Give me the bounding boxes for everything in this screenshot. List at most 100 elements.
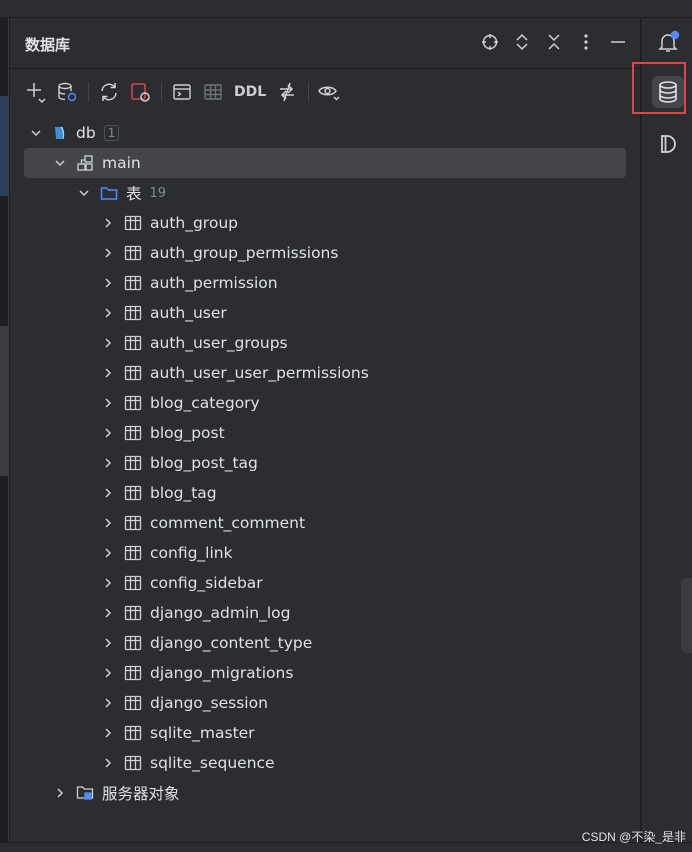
table-row[interactable]: auth_group: [24, 208, 626, 238]
collapse-all-icon[interactable]: [542, 30, 566, 54]
locate-icon[interactable]: [478, 30, 502, 54]
chevron-right-icon[interactable]: [100, 575, 116, 591]
table-row[interactable]: config_link: [24, 538, 626, 568]
editor-edge: [0, 18, 9, 852]
annotation-highlight-box: [632, 62, 686, 114]
chevron-right-icon[interactable]: [100, 515, 116, 531]
chevron-right-icon[interactable]: [100, 335, 116, 351]
table-row[interactable]: sqlite_master: [24, 718, 626, 748]
chevron-right-icon[interactable]: [100, 665, 116, 681]
table-row[interactable]: config_sidebar: [24, 568, 626, 598]
table-name: blog_post_tag: [150, 454, 258, 472]
expand-all-icon[interactable]: [510, 30, 534, 54]
chevron-down-icon[interactable]: [76, 185, 92, 201]
tree-node-server-objects[interactable]: 服务器对象: [24, 778, 626, 808]
tree-node-label: 表: [126, 185, 142, 203]
table-row[interactable]: auth_group_permissions: [24, 238, 626, 268]
scroll-indicator[interactable]: [681, 578, 692, 653]
table-row[interactable]: auth_user: [24, 298, 626, 328]
refresh-icon[interactable]: [95, 78, 123, 106]
chevron-right-icon[interactable]: [100, 245, 116, 261]
chevron-down-icon[interactable]: [52, 155, 68, 171]
tree-node-label: 服务器对象: [102, 785, 180, 803]
table-icon: [124, 545, 142, 561]
table-row[interactable]: django_content_type: [24, 628, 626, 658]
table-row[interactable]: blog_post: [24, 418, 626, 448]
add-icon[interactable]: [22, 78, 50, 106]
table-editor-icon[interactable]: [199, 78, 227, 106]
table-row[interactable]: auth_permission: [24, 268, 626, 298]
table-name: django_content_type: [150, 634, 313, 652]
notifications-icon[interactable]: [652, 26, 684, 58]
chevron-right-icon[interactable]: [100, 755, 116, 771]
disconnect-icon[interactable]: [126, 78, 154, 106]
table-row[interactable]: sqlite_sequence: [24, 748, 626, 778]
table-icon: [124, 485, 142, 501]
table-icon: [124, 515, 142, 531]
chevron-right-icon[interactable]: [100, 695, 116, 711]
compare-icon[interactable]: [273, 78, 301, 106]
table-name: django_migrations: [150, 664, 294, 682]
chevron-right-icon[interactable]: [100, 395, 116, 411]
chevron-right-icon[interactable]: [100, 545, 116, 561]
tree-node-label: main: [102, 154, 141, 172]
table-name: auth_group: [150, 214, 238, 232]
table-row[interactable]: django_admin_log: [24, 598, 626, 628]
tree-node-label: db: [76, 124, 96, 142]
table-icon: [124, 335, 142, 351]
chevron-right-icon[interactable]: [100, 725, 116, 741]
table-row[interactable]: comment_comment: [24, 508, 626, 538]
table-name: auth_group_permissions: [150, 244, 339, 262]
minimize-icon[interactable]: [606, 30, 630, 54]
chevron-down-icon[interactable]: [28, 125, 44, 141]
table-name: sqlite_master: [150, 724, 255, 742]
chevron-right-icon[interactable]: [100, 365, 116, 381]
table-row[interactable]: auth_user_groups: [24, 328, 626, 358]
table-name: blog_category: [150, 394, 260, 412]
chevron-right-icon[interactable]: [52, 785, 68, 801]
table-icon: [124, 725, 142, 741]
more-options-icon[interactable]: [574, 30, 598, 54]
chevron-right-icon[interactable]: [100, 635, 116, 651]
table-name: config_sidebar: [150, 574, 263, 592]
table-row[interactable]: django_migrations: [24, 658, 626, 688]
table-row[interactable]: auth_user_user_permissions: [24, 358, 626, 388]
table-row[interactable]: blog_tag: [24, 478, 626, 508]
watermark: CSDN @不染_是非: [581, 830, 686, 844]
tree-node-db[interactable]: db 1: [24, 118, 626, 148]
tree-node-tables-folder[interactable]: 表 19: [24, 178, 626, 208]
table-icon: [124, 455, 142, 471]
table-icon: [124, 365, 142, 381]
table-name: django_admin_log: [150, 604, 291, 622]
chevron-right-icon[interactable]: [100, 455, 116, 471]
table-name: comment_comment: [150, 514, 306, 532]
database-tool-window: 数据库 DDL db 1 main 表 19 auth_group auth_g…: [10, 18, 640, 842]
table-name: auth_user_groups: [150, 334, 288, 352]
table-name: auth_permission: [150, 274, 278, 292]
table-icon: [124, 245, 142, 261]
right-tool-strip: [641, 18, 692, 852]
view-options-icon[interactable]: [315, 78, 343, 106]
table-icon: [124, 665, 142, 681]
toolbar: DDL: [10, 68, 640, 114]
chevron-right-icon[interactable]: [100, 275, 116, 291]
chevron-right-icon[interactable]: [100, 605, 116, 621]
table-name: auth_user: [150, 304, 227, 322]
dataspell-icon[interactable]: [652, 128, 684, 160]
chevron-right-icon[interactable]: [100, 215, 116, 231]
chevron-right-icon[interactable]: [100, 425, 116, 441]
table-icon: [124, 635, 142, 651]
console-icon[interactable]: [168, 78, 196, 106]
table-icon: [124, 605, 142, 621]
table-icon: [124, 755, 142, 771]
panel-title: 数据库: [25, 36, 71, 54]
table-icon: [124, 275, 142, 291]
table-row[interactable]: blog_post_tag: [24, 448, 626, 478]
table-row[interactable]: blog_category: [24, 388, 626, 418]
table-row[interactable]: django_session: [24, 688, 626, 718]
chevron-right-icon[interactable]: [100, 305, 116, 321]
data-source-properties-icon[interactable]: [53, 78, 81, 106]
chevron-right-icon[interactable]: [100, 485, 116, 501]
ddl-button[interactable]: DDL: [230, 78, 270, 106]
tree-node-schema-main[interactable]: main: [24, 148, 626, 178]
